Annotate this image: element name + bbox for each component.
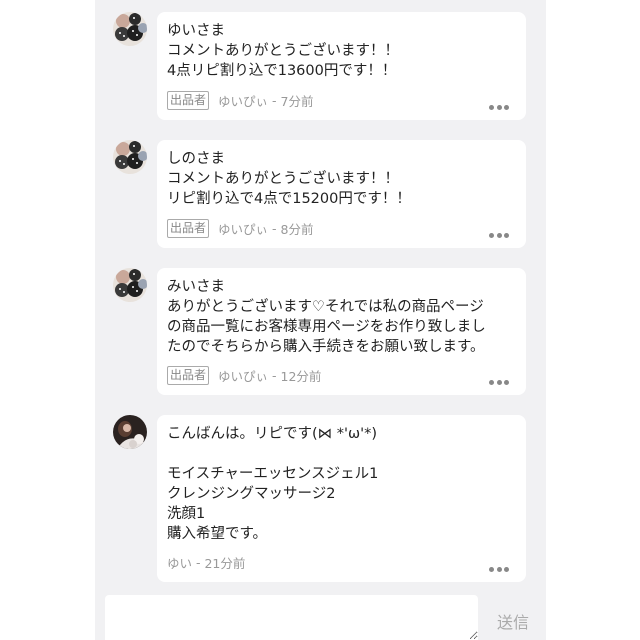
- comment-author[interactable]: ゆい: [167, 553, 192, 572]
- more-options-icon[interactable]: [489, 379, 509, 385]
- comment-line: しのさま: [167, 151, 225, 167]
- more-options-icon[interactable]: [489, 104, 509, 110]
- comment-line: クレンジングマッサージ2: [167, 486, 336, 502]
- comment-meta: 出品者 ゆいぴぃ - 7分前: [167, 91, 313, 110]
- comment-line: [167, 444, 516, 464]
- comment-line: コメントありがとうございます！！: [167, 171, 399, 187]
- comment-meta: 出品者 ゆいぴぃ - 12分前: [167, 366, 321, 385]
- comment-author[interactable]: ゆいぴぃ: [218, 219, 268, 238]
- comment-line: リピ割り込で4点で15200円です！！: [167, 191, 411, 207]
- comment-line: ありがとうございます♡それでは私の商品ページ: [167, 299, 484, 315]
- comment-input[interactable]: [105, 595, 478, 640]
- comment-line: 4点リピ割り込で13600円です！！: [167, 63, 397, 79]
- seller-badge: 出品者: [167, 219, 210, 238]
- comment-panel: ゆいさま コメントありがとうございます！！ 4点リピ割り込で13600円です！！…: [95, 0, 546, 640]
- comment-meta: 出品者 ゆいぴぃ - 8分前: [167, 219, 313, 238]
- comment-time: 21分前: [204, 556, 246, 571]
- comment-line: コメントありがとうございます！！: [167, 43, 399, 59]
- comment-line: ゆいさま: [167, 23, 225, 39]
- meta-separator: -: [192, 555, 205, 570]
- comment-author[interactable]: ゆいぴぃ: [218, 91, 268, 110]
- comment-bubble: ゆいさま コメントありがとうございます！！ 4点リピ割り込で13600円です！！…: [157, 12, 526, 120]
- seller-badge: 出品者: [167, 366, 210, 385]
- send-button[interactable]: 送信: [493, 611, 533, 635]
- comment-time: 12分前: [280, 369, 322, 384]
- seller-badge: 出品者: [167, 91, 210, 110]
- comment-bubble: しのさま コメントありがとうございます！！ リピ割り込で4点で15200円です！…: [157, 140, 526, 248]
- comment-text: こんばんは。リピです(⋈ *'ω'*) モイスチャーエッセンスジェル1 クレンジ…: [167, 424, 516, 544]
- comment-author[interactable]: ゆいぴぃ: [218, 366, 268, 385]
- comment-line: 購入希望です。: [167, 526, 268, 542]
- comment-line: モイスチャーエッセンスジェル1: [167, 466, 379, 482]
- user-avatar[interactable]: [113, 415, 147, 449]
- comment-line: たのでそちらから購入手続きをお願い致します。: [167, 339, 485, 355]
- comment-line: の商品一覧にお客様専用ページをお作り致しまし: [167, 319, 486, 335]
- more-options-icon[interactable]: [489, 566, 509, 572]
- comment-bubble: みいさま ありがとうございます♡それでは私の商品ページ の商品一覧にお客様専用ペ…: [157, 268, 526, 395]
- photo-avatar-icon: [113, 415, 147, 449]
- user-avatar[interactable]: [113, 140, 147, 174]
- comment-time: 8分前: [280, 222, 314, 237]
- meta-separator: -: [268, 368, 281, 383]
- pattern-avatar-icon: [113, 140, 147, 174]
- comment-meta: ゆい - 21分前: [167, 553, 245, 572]
- comment-text: みいさま ありがとうございます♡それでは私の商品ページ の商品一覧にお客様専用ペ…: [167, 277, 516, 357]
- meta-separator: -: [268, 221, 281, 236]
- comment-text: ゆいさま コメントありがとうございます！！ 4点リピ割り込で13600円です！！: [167, 21, 516, 81]
- meta-separator: -: [268, 93, 281, 108]
- comment-line: こんばんは。リピです(⋈ *'ω'*): [167, 426, 378, 442]
- comment-bubble: こんばんは。リピです(⋈ *'ω'*) モイスチャーエッセンスジェル1 クレンジ…: [157, 415, 526, 582]
- more-options-icon[interactable]: [489, 232, 509, 238]
- comment-line: 洗顔1: [167, 506, 206, 522]
- comment-line: みいさま: [167, 279, 225, 295]
- pattern-avatar-icon: [113, 12, 147, 46]
- user-avatar[interactable]: [113, 268, 147, 302]
- comment-input-area: [95, 583, 546, 640]
- comment-time: 7分前: [280, 94, 314, 109]
- comment-text: しのさま コメントありがとうございます！！ リピ割り込で4点で15200円です！…: [167, 149, 516, 209]
- pattern-avatar-icon: [113, 268, 147, 302]
- user-avatar[interactable]: [113, 12, 147, 46]
